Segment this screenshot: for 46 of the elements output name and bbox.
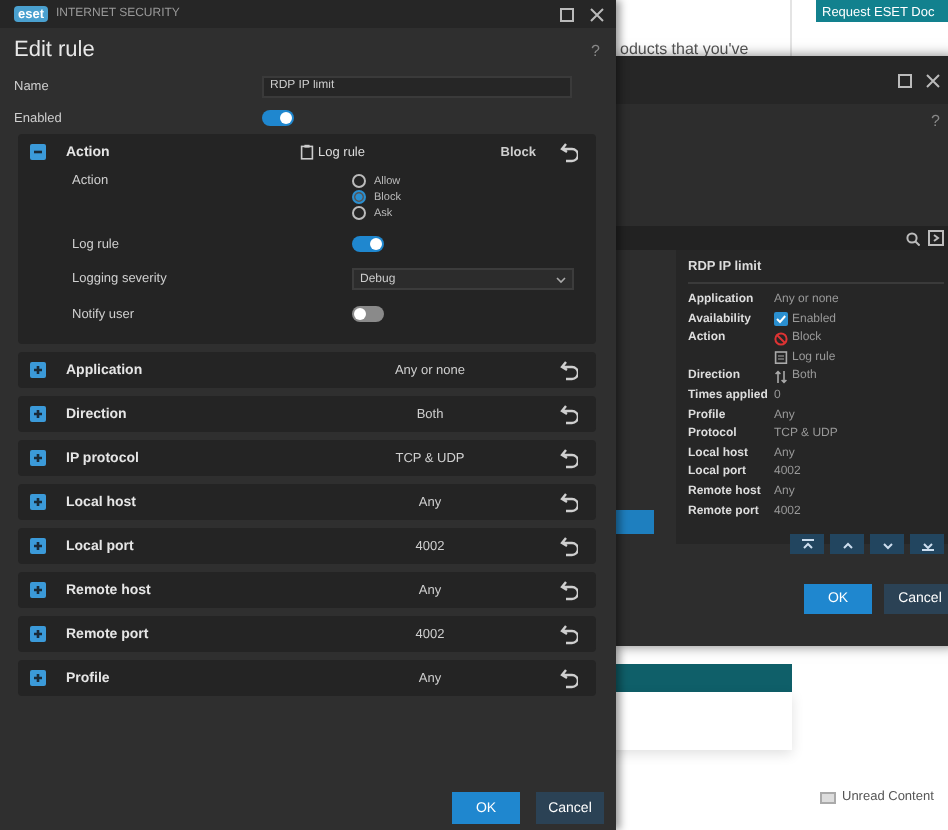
- undo-icon[interactable]: [560, 140, 578, 164]
- expand-icon[interactable]: [30, 362, 46, 378]
- expand-icon[interactable]: [30, 538, 46, 554]
- undo-icon[interactable]: [560, 622, 578, 646]
- radio-button[interactable]: [352, 174, 366, 188]
- help-icon[interactable]: ?: [591, 41, 600, 59]
- move-up-button[interactable]: [830, 533, 864, 554]
- toggle-switch[interactable]: [352, 306, 384, 322]
- move-bottom-button[interactable]: [910, 533, 944, 554]
- selection-bar: [616, 510, 654, 534]
- collapse-icon[interactable]: [30, 144, 46, 160]
- undo-icon[interactable]: [560, 358, 578, 382]
- message-icon: [820, 791, 836, 803]
- expand-icon[interactable]: [30, 494, 46, 510]
- block-icon: [774, 331, 788, 346]
- undo-icon[interactable]: [560, 490, 578, 514]
- expand-icon[interactable]: [30, 670, 46, 686]
- help-icon[interactable]: ?: [931, 112, 940, 130]
- clipboard-icon: [300, 144, 314, 160]
- arrows-icon: [774, 369, 788, 384]
- undo-icon[interactable]: [560, 402, 578, 426]
- expand-icon[interactable]: [30, 626, 46, 642]
- search-icon[interactable]: [906, 231, 920, 245]
- undo-icon[interactable]: [560, 534, 578, 558]
- dialog-title: Edit rule: [14, 38, 95, 62]
- close-icon[interactable]: [590, 7, 604, 21]
- undo-icon[interactable]: [560, 666, 578, 690]
- panel-icon[interactable]: [928, 230, 944, 246]
- undo-icon[interactable]: [560, 578, 578, 602]
- radio-button[interactable]: [352, 190, 366, 204]
- page-text: oducts that you've: [620, 40, 749, 58]
- expand-icon[interactable]: [30, 406, 46, 422]
- maximize-icon[interactable]: [560, 7, 574, 21]
- radio-button[interactable]: [352, 206, 366, 220]
- toggle-switch[interactable]: [262, 110, 294, 126]
- undo-icon[interactable]: [560, 446, 578, 470]
- move-down-button[interactable]: [870, 533, 904, 554]
- chevron-bar-up-icon: [799, 535, 815, 552]
- clipboard-icon: [774, 350, 788, 365]
- chevron-icon: [556, 275, 566, 283]
- toggle-switch[interactable]: [352, 236, 384, 252]
- maximize-icon[interactable]: [898, 73, 912, 87]
- close-icon[interactable]: [926, 73, 940, 87]
- expand-icon[interactable]: [30, 450, 46, 466]
- move-top-button[interactable]: [790, 533, 824, 554]
- expand-icon[interactable]: [30, 582, 46, 598]
